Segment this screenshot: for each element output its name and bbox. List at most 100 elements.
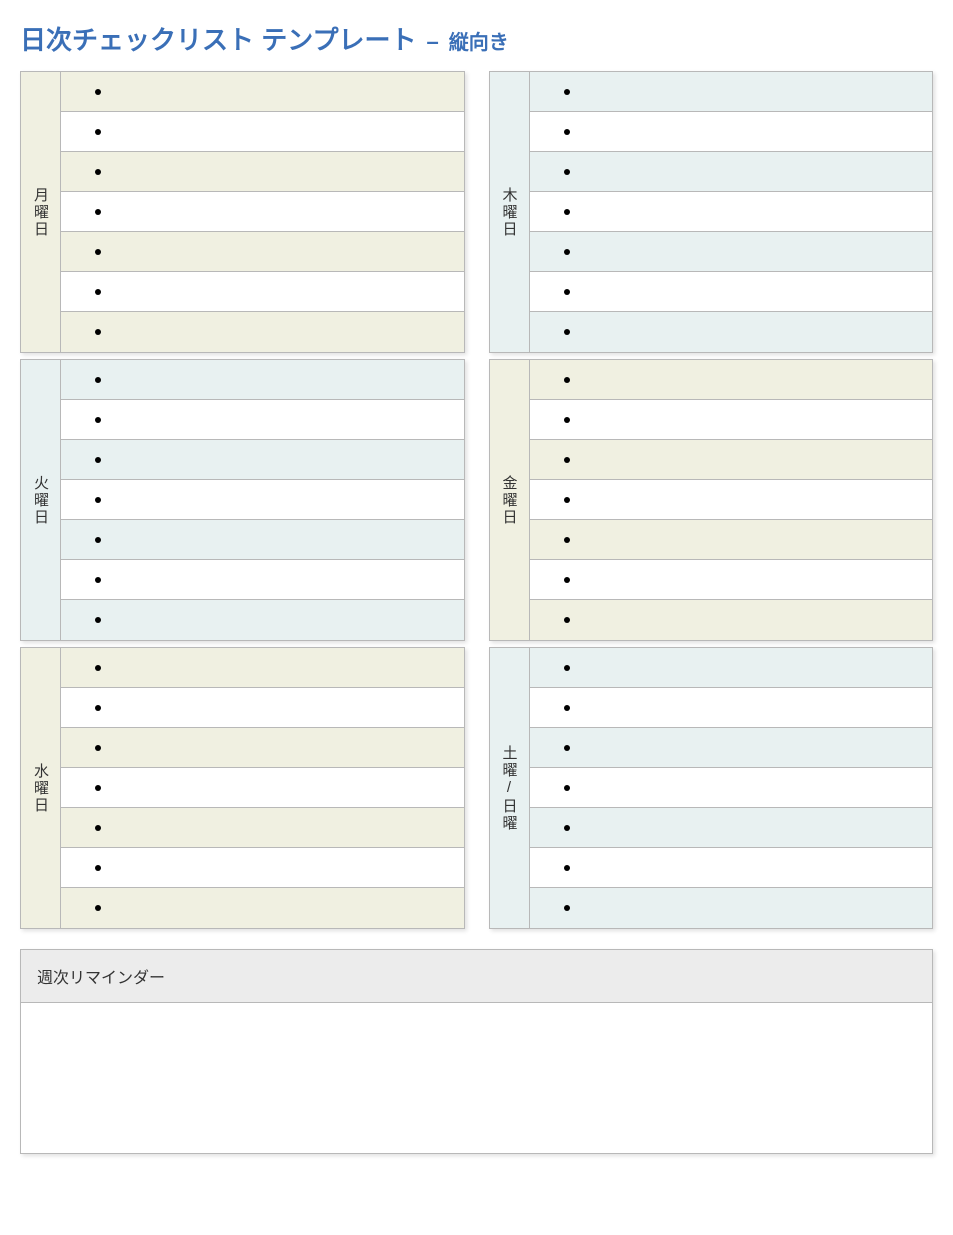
bullet-icon	[95, 577, 101, 583]
checklist-row[interactable]	[530, 480, 933, 520]
checklist-row[interactable]	[61, 648, 464, 688]
checklist-row[interactable]	[61, 480, 464, 520]
checklist-row[interactable]	[530, 400, 933, 440]
checklist-row[interactable]	[530, 768, 933, 808]
bullet-icon	[95, 209, 101, 215]
checklist-row[interactable]	[61, 808, 464, 848]
bullet-icon	[564, 457, 570, 463]
page-title-row: 日次チェックリスト テンプレート – 縦向き	[20, 20, 933, 57]
bullet-icon	[564, 785, 570, 791]
checklist-row[interactable]	[530, 888, 933, 928]
bullet-icon	[564, 129, 570, 135]
checklist-row[interactable]	[530, 112, 933, 152]
bullet-icon	[564, 617, 570, 623]
day-rows-mon	[61, 72, 464, 352]
checklist-row[interactable]	[530, 728, 933, 768]
checklist-row[interactable]	[61, 272, 464, 312]
bullet-icon	[564, 577, 570, 583]
checklist-row[interactable]	[61, 520, 464, 560]
day-block-fri: 金曜日	[489, 359, 934, 641]
bullet-icon	[95, 785, 101, 791]
weekly-reminder-header: 週次リマインダー	[21, 950, 932, 1003]
checklist-row[interactable]	[530, 192, 933, 232]
bullet-icon	[564, 665, 570, 671]
checklist-row[interactable]	[61, 152, 464, 192]
bullet-icon	[564, 169, 570, 175]
checklist-column-right: 木曜日金曜日土曜/日曜	[489, 71, 934, 929]
checklist-row[interactable]	[530, 312, 933, 352]
day-rows-thu	[530, 72, 933, 352]
checklist-row[interactable]	[61, 888, 464, 928]
day-label-satsun: 土曜/日曜	[490, 648, 530, 928]
day-rows-satsun	[530, 648, 933, 928]
checklist-row[interactable]	[530, 600, 933, 640]
day-rows-wed	[61, 648, 464, 928]
day-block-mon: 月曜日	[20, 71, 465, 353]
checklist-row[interactable]	[530, 520, 933, 560]
checklist-row[interactable]	[530, 360, 933, 400]
checklist-row[interactable]	[61, 312, 464, 352]
bullet-icon	[564, 89, 570, 95]
page-title-main: 日次チェックリスト テンプレート	[20, 20, 416, 57]
bullet-icon	[564, 329, 570, 335]
checklist-row[interactable]	[61, 400, 464, 440]
day-block-wed: 水曜日	[20, 647, 465, 929]
bullet-icon	[564, 705, 570, 711]
checklist-row[interactable]	[61, 72, 464, 112]
checklist-row[interactable]	[61, 232, 464, 272]
bullet-icon	[95, 329, 101, 335]
checklist-row[interactable]	[61, 688, 464, 728]
bullet-icon	[564, 417, 570, 423]
bullet-icon	[564, 249, 570, 255]
checklist-row[interactable]	[61, 728, 464, 768]
day-label-tue: 火曜日	[21, 360, 61, 640]
bullet-icon	[95, 457, 101, 463]
checklist-row[interactable]	[530, 440, 933, 480]
bullet-icon	[95, 665, 101, 671]
checklist-columns: 月曜日火曜日水曜日 木曜日金曜日土曜/日曜	[20, 71, 933, 929]
bullet-icon	[95, 249, 101, 255]
checklist-row[interactable]	[530, 72, 933, 112]
bullet-icon	[95, 89, 101, 95]
checklist-row[interactable]	[530, 152, 933, 192]
bullet-icon	[95, 417, 101, 423]
checklist-row[interactable]	[530, 272, 933, 312]
checklist-row[interactable]	[61, 192, 464, 232]
bullet-icon	[95, 537, 101, 543]
day-block-tue: 火曜日	[20, 359, 465, 641]
bullet-icon	[95, 377, 101, 383]
bullet-icon	[564, 865, 570, 871]
bullet-icon	[95, 825, 101, 831]
bullet-icon	[564, 905, 570, 911]
day-block-satsun: 土曜/日曜	[489, 647, 934, 929]
bullet-icon	[564, 825, 570, 831]
checklist-row[interactable]	[530, 808, 933, 848]
weekly-reminder-body[interactable]	[21, 1003, 932, 1153]
checklist-row[interactable]	[61, 768, 464, 808]
checklist-column-left: 月曜日火曜日水曜日	[20, 71, 465, 929]
day-label-mon: 月曜日	[21, 72, 61, 352]
day-block-thu: 木曜日	[489, 71, 934, 353]
bullet-icon	[95, 865, 101, 871]
checklist-row[interactable]	[530, 560, 933, 600]
checklist-row[interactable]	[61, 848, 464, 888]
checklist-row[interactable]	[61, 600, 464, 640]
bullet-icon	[95, 169, 101, 175]
bullet-icon	[564, 537, 570, 543]
checklist-row[interactable]	[530, 232, 933, 272]
day-label-fri: 金曜日	[490, 360, 530, 640]
day-label-thu: 木曜日	[490, 72, 530, 352]
weekly-reminder: 週次リマインダー	[20, 949, 933, 1154]
checklist-row[interactable]	[530, 648, 933, 688]
page-title-sub: 縦向き	[449, 26, 509, 55]
checklist-row[interactable]	[530, 688, 933, 728]
bullet-icon	[95, 129, 101, 135]
day-rows-fri	[530, 360, 933, 640]
checklist-row[interactable]	[61, 440, 464, 480]
page-title-dash: –	[426, 29, 438, 55]
checklist-row[interactable]	[61, 360, 464, 400]
checklist-row[interactable]	[61, 112, 464, 152]
checklist-row[interactable]	[61, 560, 464, 600]
bullet-icon	[564, 497, 570, 503]
checklist-row[interactable]	[530, 848, 933, 888]
